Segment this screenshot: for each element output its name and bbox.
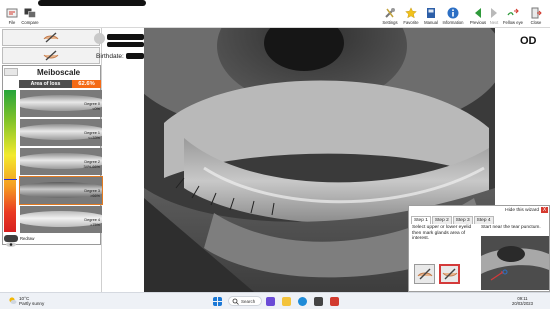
degree-name: Degree 2	[84, 160, 100, 164]
file-menu-icon	[6, 8, 18, 18]
redacted-patient-id	[107, 42, 144, 47]
redraw-label: Redraw	[20, 236, 35, 241]
meiboscale-color-bar	[4, 90, 17, 232]
user-avatar-icon	[94, 33, 105, 44]
degree-range: <0%	[92, 106, 100, 111]
fellow-eye-icon	[507, 8, 519, 16]
tab-step-3[interactable]: Step 3	[452, 216, 473, 224]
eye-redraw-icon	[6, 242, 16, 247]
compare-icon	[24, 8, 36, 18]
information-button[interactable]: Information	[441, 7, 465, 28]
wizard-hint: Start near the tear punctum.	[481, 225, 541, 230]
hide-wizard-link[interactable]: Hide this wizard	[505, 208, 539, 213]
close-button[interactable]: Close	[527, 7, 545, 28]
degree-range: 34%-66%	[83, 164, 100, 169]
wizard-close-icon[interactable]: X	[541, 207, 548, 213]
taskbar-search[interactable]: Search	[228, 296, 262, 306]
redacted-patient-name	[107, 34, 144, 40]
partly-sunny-icon	[9, 297, 17, 304]
degree-2-thumbnail[interactable]: Degree 2 34%-66%	[20, 148, 102, 175]
windows-start-icon[interactable]	[213, 297, 222, 306]
degree-0-thumbnail[interactable]: Degree 0 <0%	[20, 90, 102, 117]
area-of-loss-row: Area of loss 62.6%	[19, 80, 101, 88]
degree-name: Degree 3	[84, 189, 100, 193]
teams-chat-icon[interactable]	[266, 297, 275, 306]
tab-step-1[interactable]: Step 1	[411, 216, 431, 224]
manual-book-icon	[427, 8, 435, 18]
edge-browser-icon[interactable]	[298, 297, 307, 306]
manual-button[interactable]: Manual	[421, 7, 441, 28]
area-of-loss-value: 62.6%	[72, 80, 101, 88]
taskbar: 10°C Partly sunny Search 09:11 20/03/202…	[0, 292, 550, 309]
clock-date: 20/03/2023	[512, 301, 533, 307]
degree-range: >66%	[90, 193, 100, 198]
file-explorer-icon[interactable]	[282, 297, 291, 306]
file-button[interactable]: File	[3, 7, 21, 28]
degree-3-thumbnail[interactable]: Degree 3 >66%	[19, 176, 103, 205]
tool-tab-lower[interactable]	[2, 47, 100, 64]
search-label: Search	[241, 299, 256, 304]
search-icon	[232, 298, 239, 305]
settings-tools-icon	[385, 8, 395, 18]
degree-range: >75%	[90, 222, 100, 227]
draw-pen-icon	[442, 268, 457, 280]
app-icon[interactable]	[330, 297, 339, 306]
info-icon	[447, 7, 459, 19]
next-button[interactable]: Next	[487, 7, 501, 28]
eye-side-label: OD	[520, 35, 537, 47]
redraw-button[interactable]	[4, 235, 18, 247]
degree-name: Degree 1	[84, 131, 100, 135]
scale-level-marker	[4, 179, 17, 180]
arrow-left-icon	[475, 8, 481, 18]
tab-step-4[interactable]: Step 4	[473, 216, 494, 224]
tab-step-2[interactable]: Step 2	[431, 216, 452, 224]
degree-name: Degree 4	[84, 218, 100, 222]
lower-eyelid-button[interactable]	[439, 264, 460, 284]
degree-range: <=33%	[87, 135, 100, 140]
draw-pen-icon	[417, 268, 432, 280]
fellow-eye-button[interactable]: Fellow eye	[502, 7, 524, 28]
compare-button[interactable]: Compare	[20, 7, 40, 28]
draw-pen-icon	[43, 32, 59, 43]
weather-desc: Partly sunny	[19, 301, 45, 307]
arrow-right-icon	[491, 8, 497, 18]
weather-temp: 10°C	[19, 296, 30, 301]
store-app-icon[interactable]	[314, 297, 323, 306]
draw-pen-icon	[43, 50, 59, 61]
meiboscale-title: Meiboscale	[37, 68, 81, 77]
area-of-loss-label: Area of loss	[19, 80, 72, 88]
settings-button[interactable]: Settings	[380, 7, 400, 28]
close-door-icon	[531, 7, 542, 19]
degree-4-thumbnail[interactable]: Degree 4 >75%	[20, 206, 102, 233]
birthdate-label: Birthdate:	[96, 53, 124, 60]
wizard-tabs: Step 1 Step 2 Step 3 Step 4	[411, 216, 495, 224]
degree-name: Degree 0	[84, 102, 100, 106]
previous-button[interactable]: Previous	[468, 7, 488, 28]
step-wizard: Hide this wizard X Step 1 Step 2 Step 3 …	[408, 205, 550, 292]
favorite-button[interactable]: Favorite	[401, 7, 421, 28]
meiboscale-panel: Meiboscale Area of loss 62.6% Degree 0 <0…	[2, 65, 103, 247]
redacted-birthdate	[126, 53, 144, 59]
tool-tab-upper[interactable]	[2, 29, 100, 46]
punctum-example-image	[481, 236, 549, 290]
star-icon	[405, 7, 417, 19]
wizard-instruction: Select upper or lower eyelid then mark g…	[412, 225, 472, 242]
upper-eyelid-button[interactable]	[414, 264, 435, 284]
example-eye-photo	[481, 236, 549, 290]
toolbar: File Compare Settings Favorite Manual In…	[0, 6, 550, 28]
degree-1-thumbnail[interactable]: Degree 1 <=33%	[20, 119, 102, 146]
collapse-button[interactable]	[4, 68, 18, 76]
